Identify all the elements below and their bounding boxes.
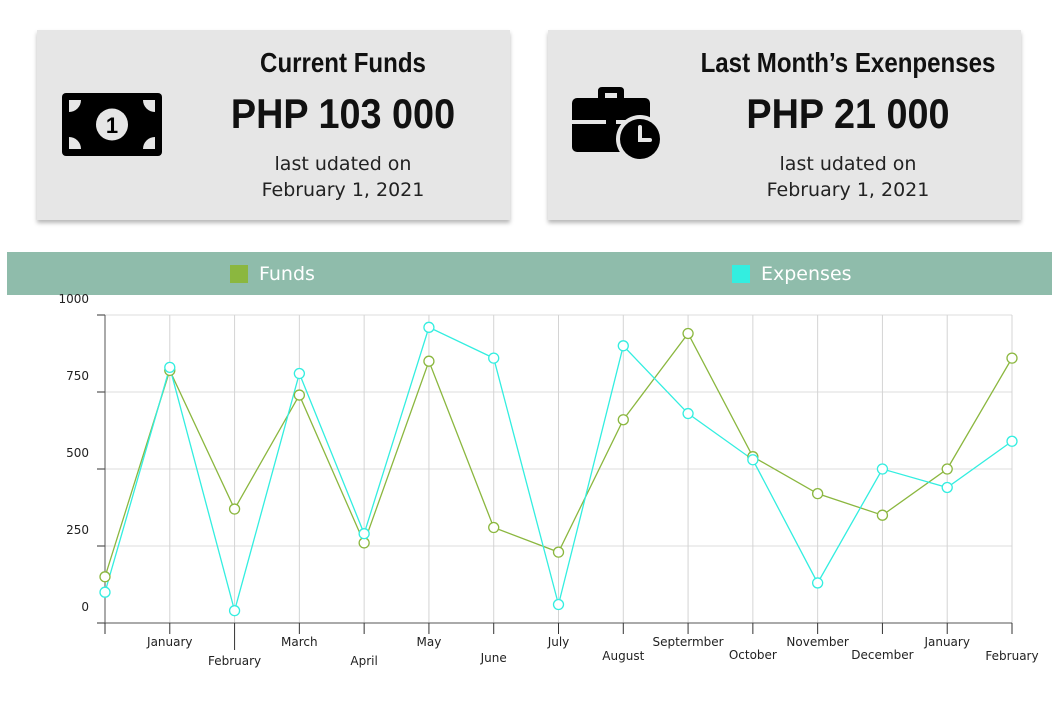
y-tick-label: 500 <box>66 446 89 460</box>
data-point-expenses <box>293 367 306 380</box>
data-point-funds <box>228 503 241 515</box>
data-point-expenses <box>488 352 500 364</box>
data-point-funds <box>552 546 565 558</box>
x-tick-label: October <box>729 648 777 662</box>
data-point-expenses <box>941 481 953 494</box>
x-tick-label: April <box>350 654 377 668</box>
data-point-funds <box>1006 352 1018 364</box>
x-tick-label: June <box>480 651 507 665</box>
x-tick-label: Septermber <box>653 635 724 649</box>
y-tick-label: 0 <box>81 600 89 614</box>
data-point-funds <box>941 463 953 475</box>
data-point-expenses <box>164 361 176 374</box>
data-point-expenses <box>423 321 435 333</box>
x-tick-label: February <box>985 649 1038 663</box>
x-tick-label: February <box>208 654 261 668</box>
data-point-funds <box>811 487 824 500</box>
data-point-funds <box>488 521 500 534</box>
data-point-expenses <box>876 463 889 475</box>
line-chart: 0 250 500 750 1000 January February March April M… <box>58 292 1038 668</box>
data-point-funds <box>682 327 694 340</box>
x-tick-label: December <box>851 648 913 662</box>
y-tick-label: 750 <box>66 369 89 383</box>
data-point-expenses <box>1006 435 1018 447</box>
data-point-funds <box>99 571 111 583</box>
data-point-expenses <box>358 528 370 540</box>
data-point-funds <box>617 414 629 426</box>
data-point-funds <box>293 389 306 401</box>
data-point-expenses <box>811 577 824 589</box>
x-tick-label: January <box>923 635 970 649</box>
data-point-funds <box>358 537 370 549</box>
y-tick-label: 1000 <box>58 292 89 306</box>
data-point-expenses <box>682 407 694 420</box>
x-tick-label: July <box>547 635 570 649</box>
x-tick-label: May <box>417 635 442 649</box>
x-tick-label: August <box>602 649 644 663</box>
data-point-expenses <box>617 340 629 352</box>
x-tick-label: March <box>281 635 318 649</box>
data-point-expenses <box>747 454 759 466</box>
data-point-expenses <box>552 598 565 611</box>
data-point-expenses <box>99 586 111 598</box>
data-point-funds <box>423 355 435 367</box>
data-point-expenses <box>228 605 241 617</box>
y-tick-label: 250 <box>66 523 89 537</box>
x-tick-label: January <box>146 635 193 649</box>
x-tick-label: November <box>786 635 848 649</box>
data-point-funds <box>876 509 889 521</box>
